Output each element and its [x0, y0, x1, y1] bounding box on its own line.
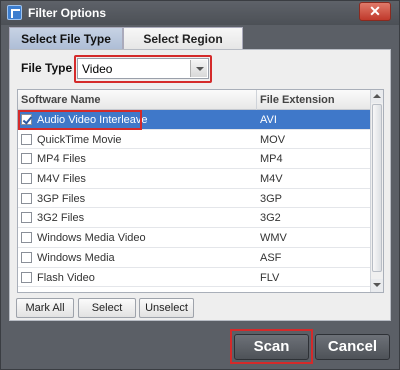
- chevron-down-icon[interactable]: [190, 60, 207, 77]
- file-extension-cell: ASF: [260, 251, 282, 264]
- row-checkbox[interactable]: [21, 232, 32, 244]
- scan-button[interactable]: Scan: [234, 334, 309, 360]
- scroll-down-icon[interactable]: [371, 279, 383, 292]
- column-header-file-extension[interactable]: File Extension: [260, 94, 335, 106]
- row-checkbox[interactable]: [21, 251, 32, 263]
- software-name-cell: QuickTime Movie: [37, 133, 122, 146]
- file-extension-cell: 3G2: [260, 212, 281, 225]
- tab-select-region[interactable]: Select Region: [123, 27, 243, 49]
- unselect-button[interactable]: Unselect: [139, 298, 194, 318]
- row-checkbox[interactable]: [21, 271, 32, 283]
- table-row[interactable]: QuickTime Movie MOV: [18, 130, 371, 150]
- row-checkbox[interactable]: [21, 192, 32, 204]
- file-extension-cell: MOV: [260, 133, 286, 146]
- software-name-cell: Windows Media: [37, 251, 115, 264]
- file-extension-cell: M4V: [260, 173, 283, 186]
- file-extension-cell: AVI: [260, 114, 277, 126]
- software-name-cell: Flash Video: [37, 271, 95, 284]
- file-type-panel: File Type Video Software Name File Exten…: [9, 49, 391, 321]
- table-row[interactable]: Audio Video Interleave AVI: [18, 110, 371, 130]
- table-row[interactable]: Flash Video FLV: [18, 268, 371, 288]
- close-button[interactable]: ✕: [359, 2, 391, 21]
- table-row[interactable]: Windows Media ASF: [18, 248, 371, 268]
- row-checkbox[interactable]: [21, 212, 32, 224]
- title-bar: Filter Options ✕: [1, 1, 399, 25]
- file-extension-cell: 3GP: [260, 192, 283, 205]
- row-checkbox[interactable]: [21, 153, 32, 165]
- table-row[interactable]: MP4 Files MP4: [18, 149, 371, 170]
- filter-options-dialog: Filter Options ✕ Select File Type Select…: [0, 0, 400, 370]
- window-title: Filter Options: [28, 6, 106, 20]
- scrollbar-thumb[interactable]: [372, 104, 382, 272]
- row-highlight-box: [18, 110, 142, 130]
- close-icon: ✕: [369, 3, 381, 19]
- software-name-cell: M4V Files: [37, 173, 86, 186]
- file-type-dropdown[interactable]: Video: [77, 58, 209, 79]
- row-checkbox[interactable]: [21, 173, 32, 185]
- table-row[interactable]: 3GP Files 3GP: [18, 189, 371, 209]
- list-header: Software Name File Extension: [18, 90, 371, 110]
- software-name-cell: Windows Media Video: [37, 232, 146, 245]
- software-name-cell: 3GP Files: [37, 192, 86, 205]
- file-type-value: Video: [82, 62, 113, 76]
- cancel-button[interactable]: Cancel: [315, 334, 390, 360]
- software-name-cell: MP4 Files: [37, 153, 86, 166]
- column-header-software-name[interactable]: Software Name: [21, 94, 100, 106]
- app-icon: [7, 5, 22, 20]
- select-button[interactable]: Select: [78, 298, 136, 318]
- mark-all-button[interactable]: Mark All: [16, 298, 74, 318]
- table-row[interactable]: Windows Media Video WMV: [18, 228, 371, 248]
- table-row[interactable]: 3G2 Files 3G2: [18, 208, 371, 229]
- tab-select-file-type[interactable]: Select File Type: [9, 27, 123, 49]
- file-list: Software Name File Extension Audio Video…: [17, 89, 384, 293]
- row-checkbox[interactable]: [21, 133, 32, 145]
- software-name-cell: 3G2 Files: [37, 212, 85, 225]
- file-type-label: File Type: [21, 61, 73, 75]
- file-extension-cell: FLV: [260, 271, 280, 284]
- table-row[interactable]: M4V Files M4V: [18, 169, 371, 189]
- scroll-up-icon[interactable]: [371, 90, 383, 103]
- vertical-scrollbar[interactable]: [370, 90, 383, 292]
- file-extension-cell: MP4: [260, 153, 283, 166]
- column-divider: [256, 90, 257, 110]
- list-rows: Audio Video Interleave AVI QuickTime Movie…: [18, 110, 371, 288]
- file-extension-cell: WMV: [260, 232, 287, 245]
